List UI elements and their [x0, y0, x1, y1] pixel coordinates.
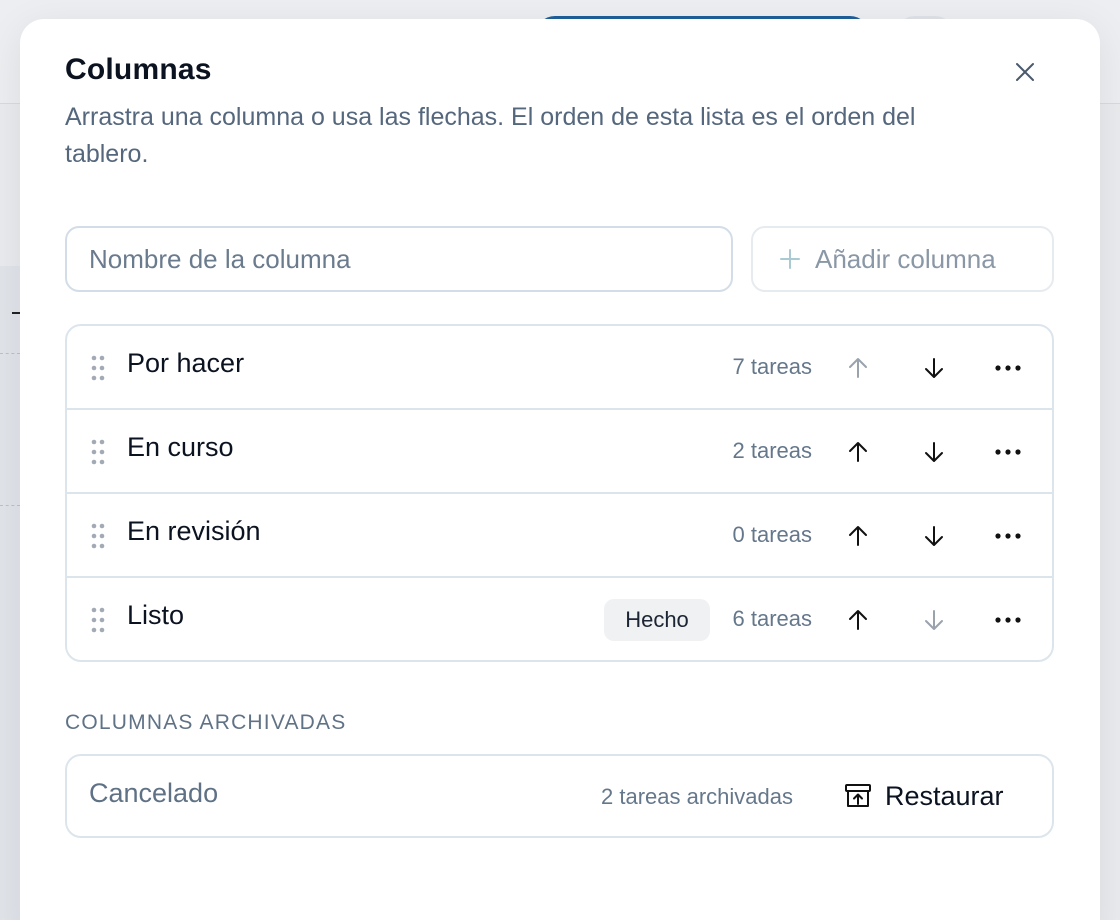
- drag-handle-icon[interactable]: [91, 355, 105, 381]
- arrow-up-icon: [849, 358, 867, 378]
- move-down-button[interactable]: [914, 600, 954, 640]
- column-name: Listo: [127, 600, 185, 630]
- column-name: Por hacer: [127, 348, 245, 378]
- more-options-button[interactable]: [988, 600, 1028, 640]
- more-horizontal-icon: [995, 533, 1021, 539]
- drag-handle-icon[interactable]: [91, 439, 105, 465]
- archived-section-label: COLUMNAS ARCHIVADAS: [65, 711, 347, 734]
- move-up-button[interactable]: [838, 600, 878, 640]
- more-options-button[interactable]: [988, 348, 1028, 388]
- column-name: En curso: [127, 432, 234, 462]
- column-row[interactable]: Listo Hecho 6 tareas: [67, 578, 1052, 660]
- archived-column-row: Cancelado 2 tareas archivadas Restaurar: [65, 754, 1054, 838]
- arrow-up-icon: [849, 526, 867, 546]
- column-list: Por hacer 7 tareas En curso 2 tareas En …: [65, 324, 1054, 662]
- move-up-button[interactable]: [838, 516, 878, 556]
- plus-icon: [780, 249, 800, 269]
- column-name: En revisión: [127, 516, 261, 546]
- arrow-down-icon: [925, 526, 943, 546]
- more-options-button[interactable]: [988, 516, 1028, 556]
- archived-column-name: Cancelado: [89, 778, 219, 808]
- task-count: 0 tareas: [732, 522, 813, 547]
- task-count: 7 tareas: [732, 354, 813, 379]
- add-column-button[interactable]: Añadir columna: [751, 226, 1054, 292]
- restore-label: Restaurar: [885, 780, 1004, 811]
- move-down-button[interactable]: [914, 432, 954, 472]
- move-up-button[interactable]: [838, 348, 878, 388]
- column-row[interactable]: En revisión 0 tareas: [67, 494, 1052, 578]
- more-horizontal-icon: [995, 449, 1021, 455]
- board-dashed-divider: [0, 353, 20, 354]
- arrow-down-icon: [925, 610, 943, 630]
- more-options-button[interactable]: [988, 432, 1028, 472]
- close-icon: [1016, 63, 1034, 81]
- column-row[interactable]: Por hacer 7 tareas: [67, 326, 1052, 410]
- column-row[interactable]: En curso 2 tareas: [67, 410, 1052, 494]
- done-status-badge: Hecho: [604, 599, 710, 641]
- drag-handle-icon[interactable]: [91, 523, 105, 549]
- drag-handle-icon[interactable]: [91, 607, 105, 633]
- arrow-down-icon: [925, 442, 943, 462]
- move-down-button[interactable]: [914, 516, 954, 556]
- arrow-up-icon: [849, 610, 867, 630]
- more-horizontal-icon: [995, 365, 1021, 371]
- move-down-button[interactable]: [914, 348, 954, 388]
- column-name-input[interactable]: [65, 226, 733, 292]
- add-column-label: Añadir columna: [815, 243, 996, 274]
- close-button[interactable]: [1010, 57, 1040, 87]
- move-up-button[interactable]: [838, 432, 878, 472]
- arrow-up-icon: [849, 442, 867, 462]
- dialog-description: Arrastra una columna o usa las flechas. …: [65, 103, 916, 168]
- dialog-title: Columnas: [65, 53, 212, 86]
- task-count: 6 tareas: [732, 606, 813, 631]
- board-column-background: [0, 266, 20, 920]
- columns-dialog: Columnas Arrastra una columna o usa las …: [20, 19, 1100, 920]
- restore-button[interactable]: Restaurar: [843, 774, 1004, 818]
- arrow-down-icon: [925, 358, 943, 378]
- archived-task-count: 2 tareas archivadas: [601, 784, 793, 809]
- board-dashed-divider: [0, 505, 20, 506]
- board-marker: [12, 312, 20, 314]
- more-horizontal-icon: [995, 617, 1021, 623]
- task-count: 2 tareas: [732, 438, 813, 463]
- archive-restore-icon: [845, 784, 871, 807]
